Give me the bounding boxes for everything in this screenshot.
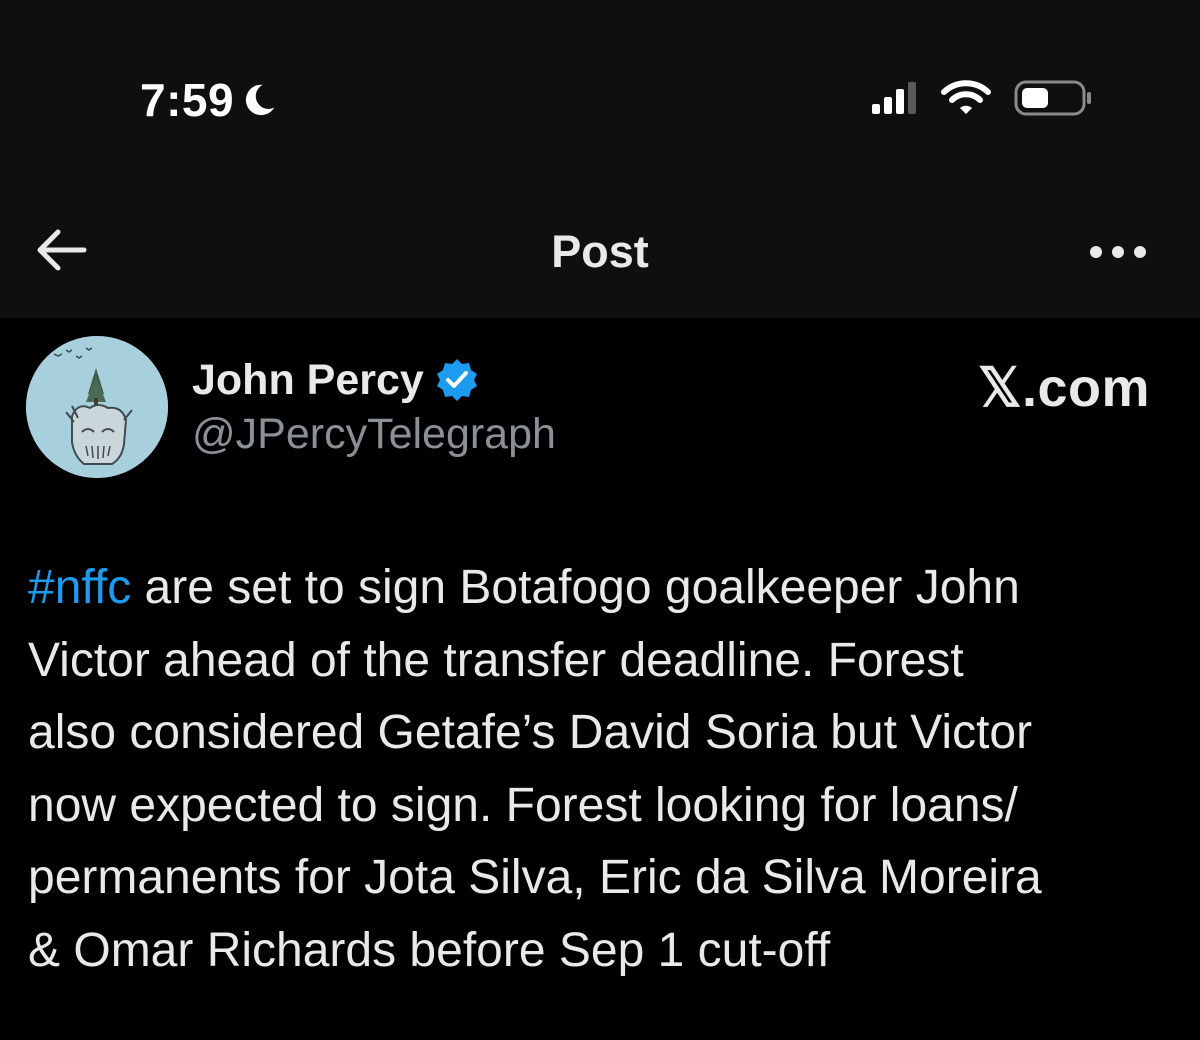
more-options-icon[interactable] bbox=[1086, 232, 1150, 272]
author-name[interactable]: John Percy bbox=[192, 356, 424, 405]
page-title: Post bbox=[551, 226, 649, 277]
wifi-icon bbox=[941, 80, 991, 114]
post-body: are set to sign Botafogo goalkeeper John… bbox=[28, 561, 1042, 977]
time-label: 7:59 bbox=[140, 74, 235, 126]
cellular-signal-icon bbox=[872, 82, 916, 114]
hashtag-link[interactable]: #nffc bbox=[28, 561, 131, 614]
post-text: #nffc are set to sign Botafogo goalkeepe… bbox=[28, 552, 1178, 987]
avatar[interactable] bbox=[26, 336, 168, 478]
status-bar-indicators bbox=[870, 76, 1094, 120]
verified-badge-icon bbox=[436, 359, 477, 401]
author-name-row: John Percy bbox=[192, 350, 480, 410]
x-watermark: 𝕏.com bbox=[977, 358, 1150, 418]
author-handle[interactable]: @JPercyTelegraph bbox=[192, 410, 556, 459]
avatar-illustration bbox=[26, 336, 168, 478]
back-arrow-icon[interactable] bbox=[30, 222, 92, 278]
post: John Percy @JPercyTelegraph 𝕏.com #nffc … bbox=[0, 318, 1200, 1040]
battery-icon bbox=[1014, 80, 1091, 116]
status-bar-time: 7:59 bbox=[140, 70, 278, 130]
moon-icon bbox=[245, 84, 275, 116]
top-bar: 7:59 Post bbox=[0, 0, 1200, 318]
